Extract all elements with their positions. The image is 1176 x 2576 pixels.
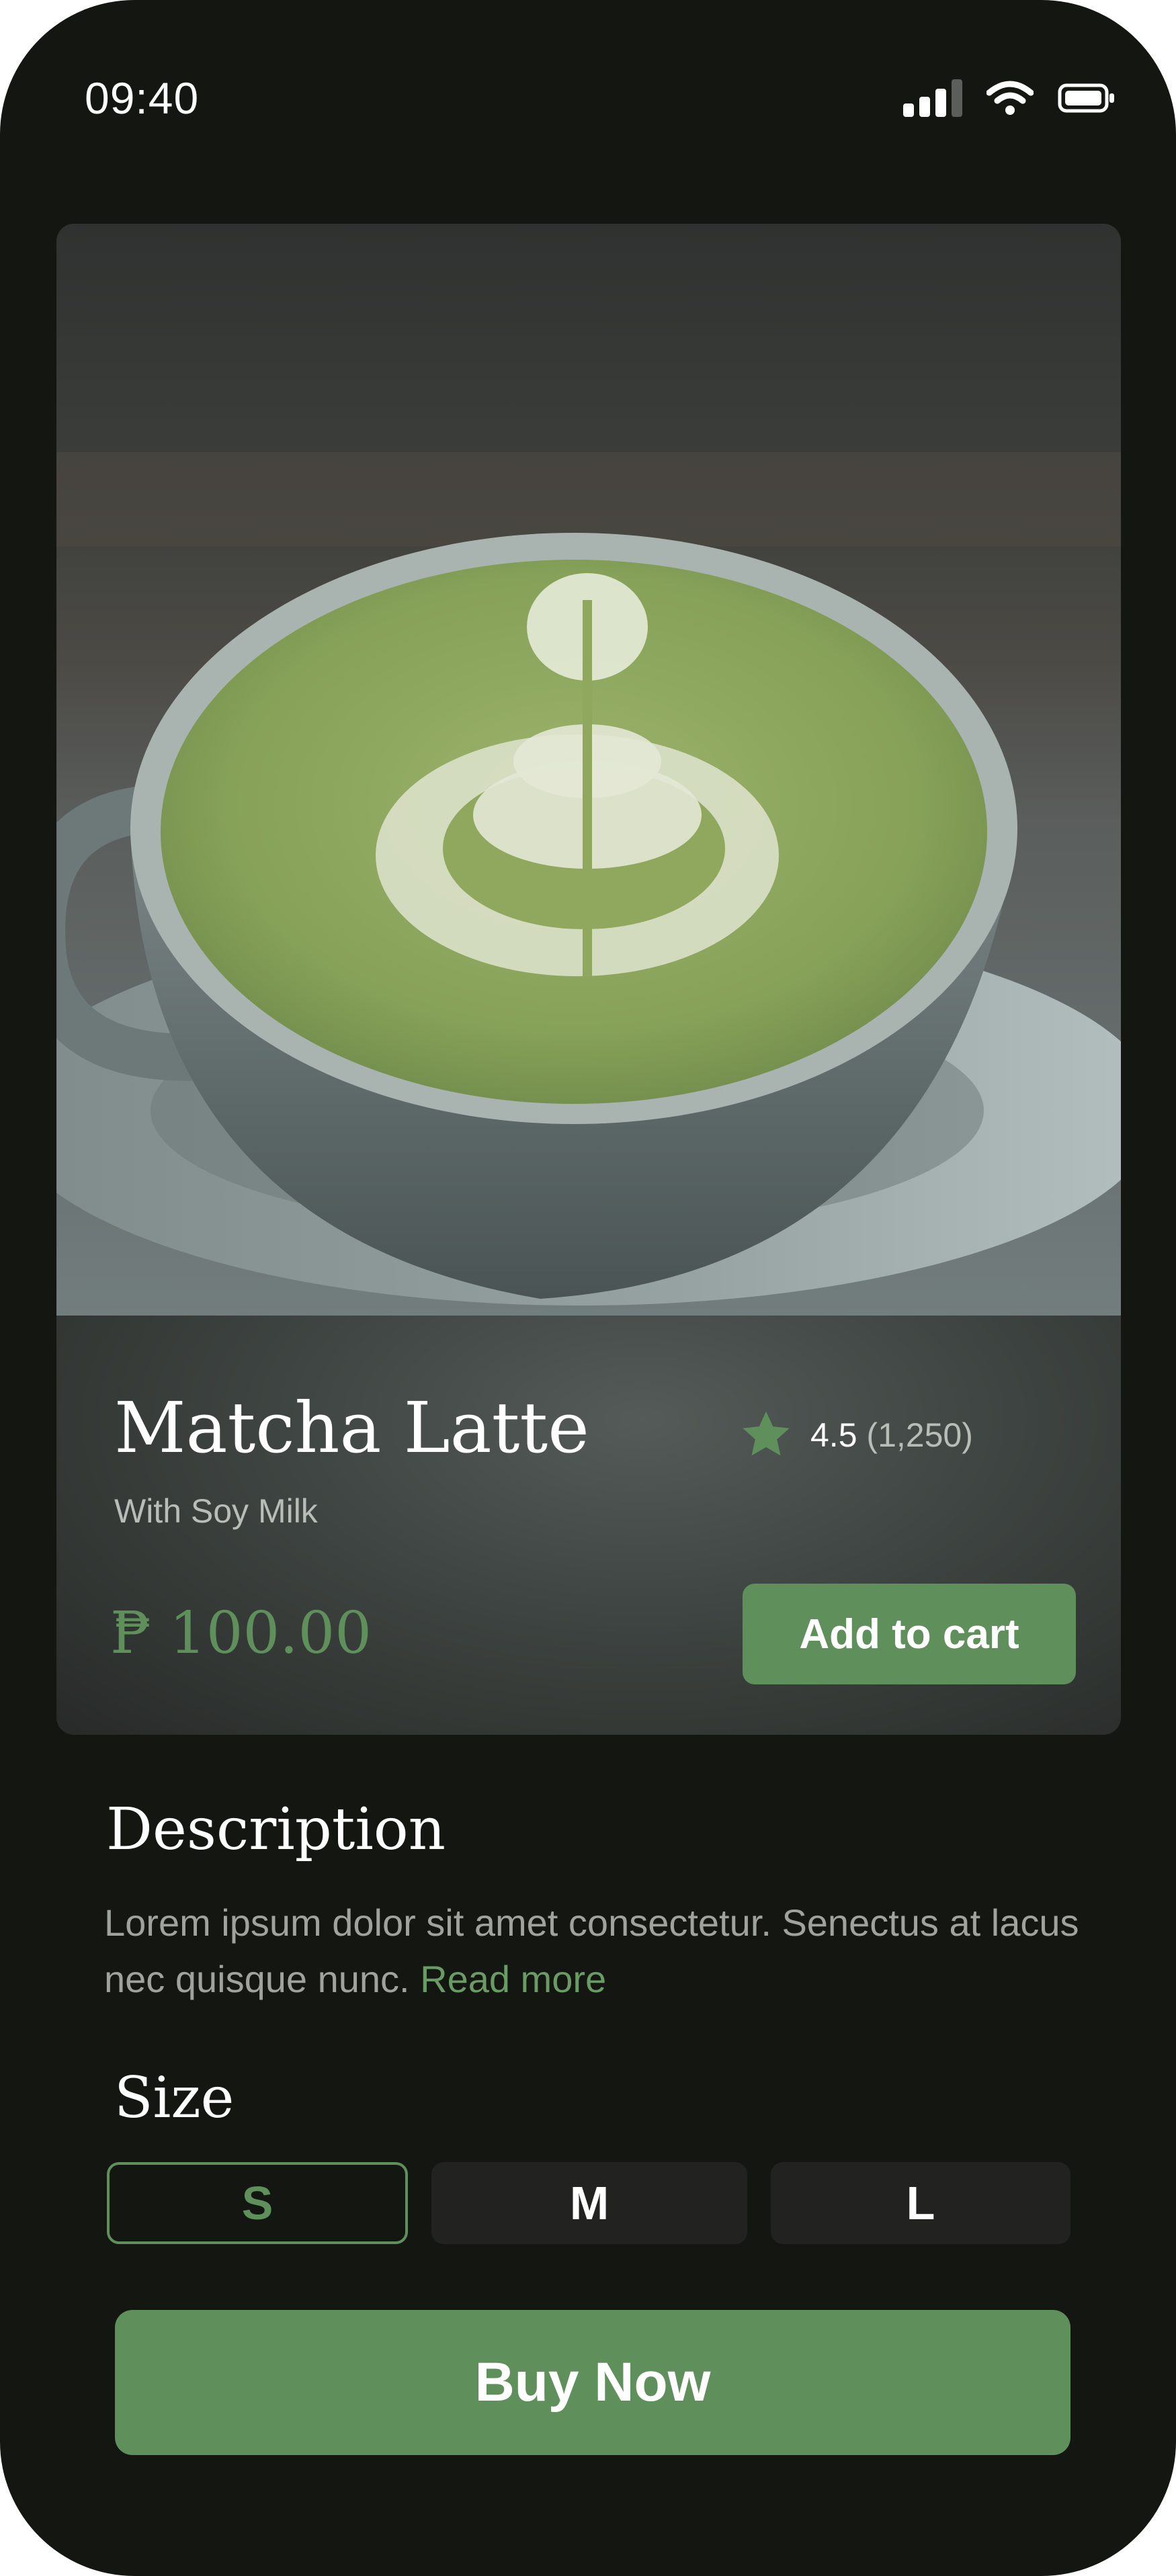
buy-now-button[interactable]: Buy Now: [115, 2310, 1070, 2455]
status-time: 09:40: [85, 73, 200, 123]
wifi-icon: [986, 81, 1034, 115]
review-count: (1,250): [866, 1416, 973, 1454]
status-icons: [903, 79, 1116, 117]
size-option-m[interactable]: M: [431, 2162, 747, 2244]
size-option-l[interactable]: L: [771, 2162, 1070, 2244]
product-subtitle: With Soy Milk: [114, 1492, 318, 1530]
description-title: Description: [106, 1796, 446, 1863]
rating-value: 4.5: [810, 1416, 857, 1454]
size-title: Size: [114, 2065, 235, 2131]
product-rating: 4.5 (1,250): [739, 1410, 973, 1461]
product-name: Matcha Latte: [114, 1387, 589, 1469]
description-text: Lorem ipsum dolor sit amet consectetur. …: [104, 1895, 1085, 2008]
add-to-cart-button[interactable]: Add to cart: [743, 1584, 1076, 1684]
cellular-signal-icon: [903, 79, 962, 117]
product-card: Matcha Latte With Soy Milk 4.5 (1,250) ₱…: [56, 224, 1121, 1735]
battery-icon: [1058, 83, 1114, 113]
product-price: ₱ 100.00: [110, 1600, 372, 1667]
star-icon: [743, 1411, 790, 1456]
phone-screen: 09:40 Matcha Latte With Soy Milk 4.5 (1,…: [0, 0, 1176, 2576]
size-option-s[interactable]: S: [107, 2162, 408, 2244]
read-more-link[interactable]: Read more: [420, 1958, 606, 2000]
matcha-latte-photo: [56, 224, 1121, 1316]
